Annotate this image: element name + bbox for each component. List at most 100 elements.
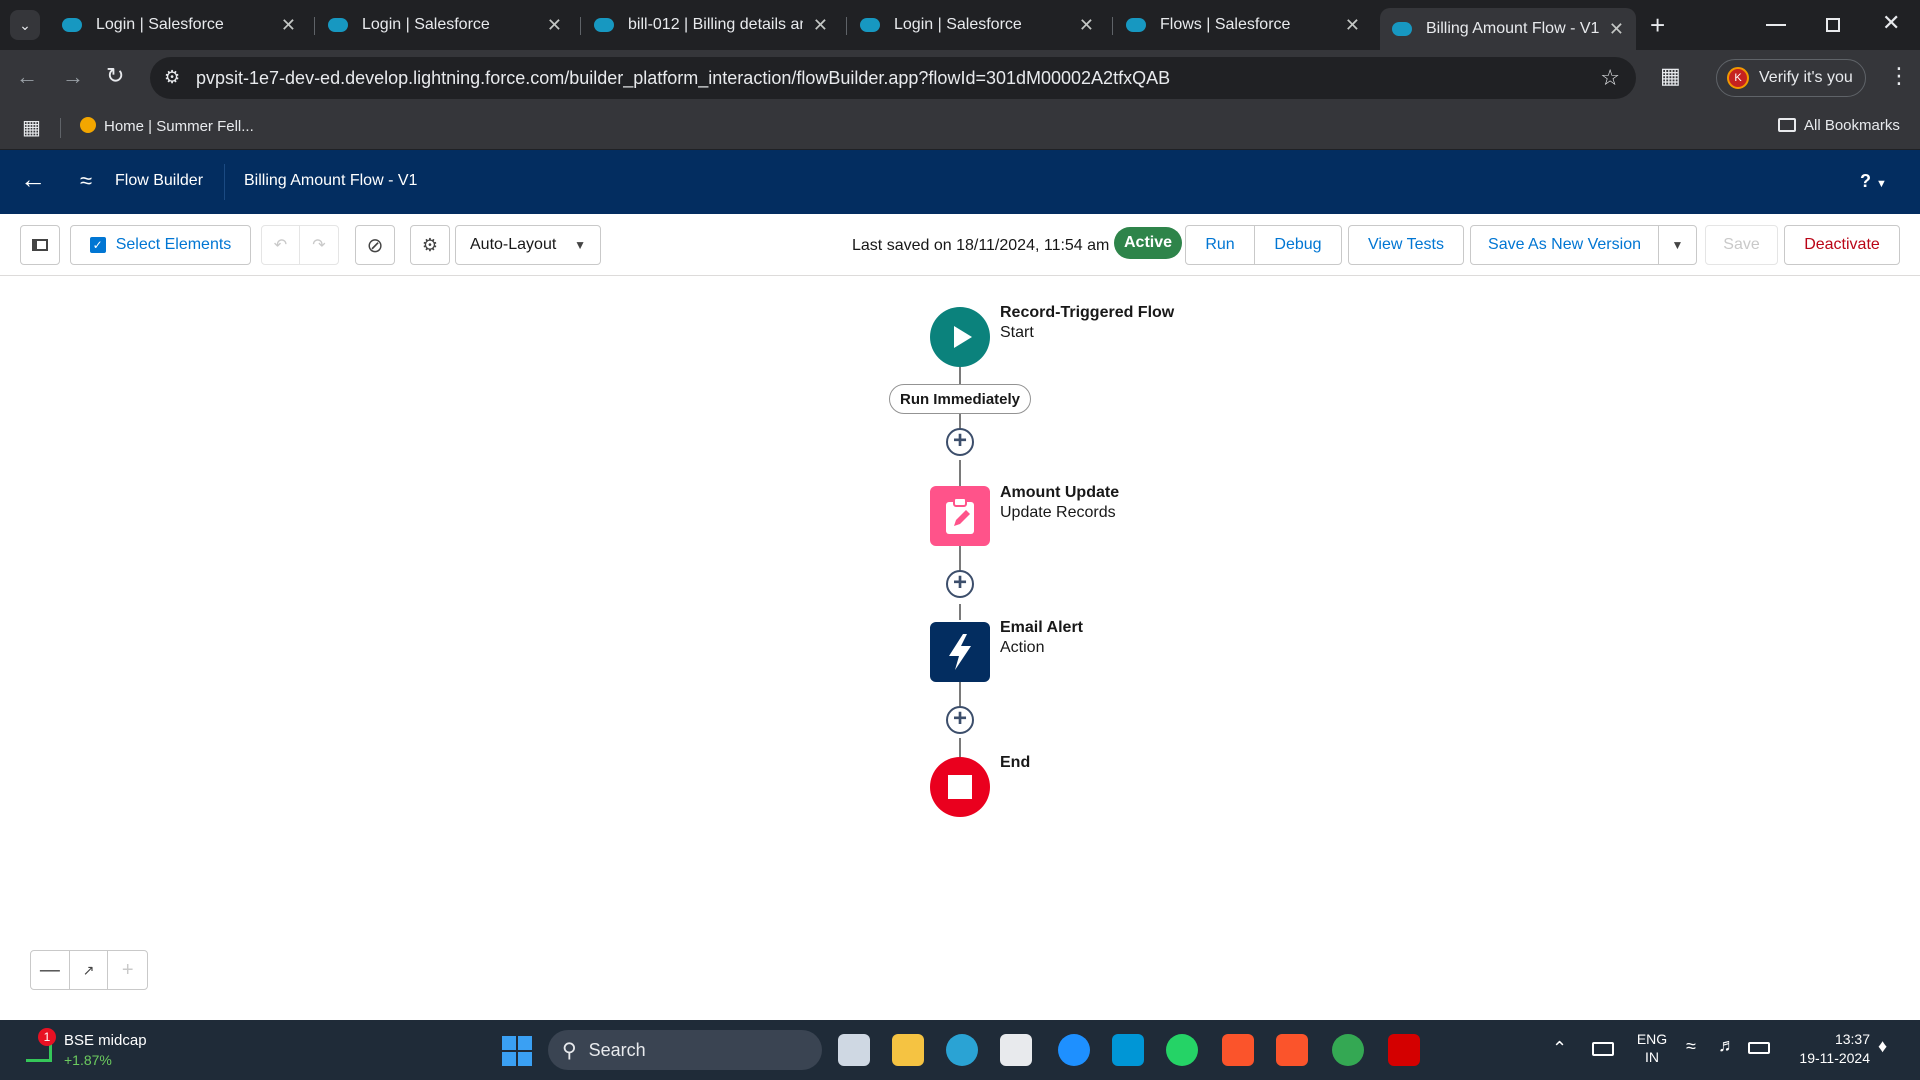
start-windows-icon[interactable]	[502, 1036, 532, 1066]
tab-login-1[interactable]: Login | Salesforce ✕	[50, 8, 308, 42]
tab-search-button[interactable]: ⌄	[10, 10, 40, 40]
add-element-button[interactable]: +	[946, 570, 974, 598]
connector-line	[959, 738, 961, 758]
file-explorer-icon[interactable]	[892, 1034, 924, 1066]
undo-button[interactable]: ↶	[261, 225, 300, 265]
zoom-in-button[interactable]: +	[108, 951, 147, 989]
close-icon[interactable]: ✕	[813, 15, 828, 36]
omnibox[interactable]: ⚙ pvpsit-1e7-dev-ed.develop.lightning.fo…	[150, 57, 1636, 99]
close-icon[interactable]: ✕	[1345, 15, 1360, 36]
start-node[interactable]	[930, 307, 990, 367]
save-options-dropdown[interactable]: ▼	[1658, 225, 1697, 265]
layout-mode-value: Auto-Layout	[470, 236, 557, 253]
tab-login-3[interactable]: Login | Salesforce ✕	[848, 8, 1106, 42]
update-node-title: Amount Update	[1000, 484, 1120, 501]
forward-arrow-icon[interactable]: →	[62, 64, 84, 90]
acrobat-icon[interactable]	[1388, 1034, 1420, 1066]
chrome-icon[interactable]	[1332, 1034, 1364, 1066]
verify-profile-button[interactable]: K Verify it's you	[1716, 59, 1866, 97]
toggle-panel-button[interactable]	[20, 225, 60, 265]
wifi-icon[interactable]: ≈	[1686, 1036, 1696, 1057]
apps-grid-icon[interactable]: ▦	[22, 115, 41, 140]
myhp-icon[interactable]	[1112, 1034, 1144, 1066]
debug-button[interactable]: Debug	[1254, 225, 1342, 265]
volume-icon[interactable]: ♬	[1718, 1035, 1736, 1056]
select-elements-button[interactable]: ✓ Select Elements	[70, 225, 251, 265]
back-arrow-icon[interactable]: ←	[16, 64, 38, 90]
widget-title: BSE midcap	[64, 1032, 147, 1049]
tab-divider	[314, 17, 315, 35]
settings-button[interactable]: ⚙	[410, 225, 450, 265]
tab-billing-amount-flow[interactable]: Billing Amount Flow - V1 ✕	[1380, 8, 1636, 50]
brave-icon[interactable]	[1222, 1034, 1254, 1066]
start-node-subtitle: Start	[1000, 324, 1034, 341]
save-as-new-version-button[interactable]: Save As New Version	[1470, 225, 1659, 265]
task-view-icon[interactable]	[838, 1034, 870, 1066]
back-arrow-icon[interactable]: ←	[20, 164, 46, 195]
close-icon[interactable]: ✕	[281, 15, 296, 36]
status-badge: Active	[1114, 227, 1183, 259]
tab-login-2[interactable]: Login | Salesforce ✕	[316, 8, 574, 42]
salesforce-cloud-icon	[860, 18, 880, 32]
battery-icon[interactable]	[1748, 1042, 1770, 1054]
extensions-icon[interactable]: ▦	[1660, 63, 1681, 89]
layout-mode-select[interactable]: Auto-Layout ▼	[455, 225, 601, 265]
folder-icon	[1778, 118, 1796, 132]
tab-divider	[846, 17, 847, 35]
help-menu[interactable]: ? ▼	[1860, 171, 1887, 192]
minimize-button[interactable]	[1766, 24, 1786, 26]
add-element-button[interactable]: +	[946, 428, 974, 456]
address-toolbar: ← → ↻ ⚙ pvpsit-1e7-dev-ed.develop.lightn…	[0, 50, 1920, 106]
whatsapp-icon[interactable]	[1166, 1034, 1198, 1066]
more-menu-icon[interactable]: ⋮	[1888, 63, 1910, 89]
salesforce-cloud-icon	[1126, 18, 1146, 32]
deactivate-button[interactable]: Deactivate	[1784, 225, 1900, 265]
bookmark-home[interactable]: Home | Summer Fell...	[80, 117, 254, 135]
save-button[interactable]: Save	[1705, 225, 1778, 265]
salesforce-cloud-icon	[1392, 22, 1412, 36]
notification-bell-icon[interactable]: ♦	[1878, 1036, 1887, 1057]
close-icon[interactable]: ✕	[1079, 15, 1094, 36]
reload-icon[interactable]: ↻	[106, 63, 124, 89]
run-label: Run	[1205, 236, 1235, 253]
help-app-icon[interactable]	[1058, 1034, 1090, 1066]
run-button[interactable]: Run	[1185, 225, 1255, 265]
close-icon[interactable]: ✕	[547, 15, 562, 36]
action-node[interactable]	[930, 622, 990, 682]
flow-builder-logo-icon: ≈	[80, 168, 93, 193]
new-tab-button[interactable]: +	[1650, 10, 1665, 41]
clock[interactable]: 13:37 19-11-2024	[1784, 1030, 1870, 1068]
redo-icon: ↷	[312, 237, 326, 254]
tab-flows[interactable]: Flows | Salesforce ✕	[1114, 8, 1372, 42]
all-bookmarks[interactable]: All Bookmarks	[1778, 117, 1900, 134]
bookmarks-bar: ▦ Home | Summer Fell... All Bookmarks	[0, 106, 1920, 150]
restore-button[interactable]	[1826, 18, 1840, 32]
close-window-button[interactable]: ✕	[1882, 10, 1900, 36]
update-node-subtitle: Update Records	[1000, 504, 1116, 521]
chevron-up-icon[interactable]: ⌃	[1552, 1038, 1567, 1059]
close-icon[interactable]: ✕	[1609, 19, 1624, 40]
keyboard-icon[interactable]	[1592, 1042, 1614, 1056]
bookmark-star-icon[interactable]: ☆	[1600, 65, 1620, 91]
fit-view-button[interactable]: ↗	[70, 951, 109, 989]
tab-billing-details[interactable]: bill-012 | Billing details and ✕	[582, 8, 840, 42]
site-info-icon[interactable]: ⚙	[164, 67, 180, 88]
market-widget[interactable]: 1 BSE midcap +1.87%	[24, 1026, 164, 1074]
edge-icon[interactable]	[946, 1034, 978, 1066]
run-immediately-path-label[interactable]: Run Immediately	[889, 384, 1031, 414]
view-tests-button[interactable]: View Tests	[1348, 225, 1464, 265]
language-indicator[interactable]: ENG IN	[1636, 1030, 1668, 1066]
url-text[interactable]: pvpsit-1e7-dev-ed.develop.lightning.forc…	[196, 68, 1170, 89]
brave-profile-icon[interactable]	[1276, 1034, 1308, 1066]
taskbar-search[interactable]: ⚲ Search	[548, 1030, 822, 1070]
update-records-node[interactable]	[930, 486, 990, 546]
end-node[interactable]	[930, 757, 990, 817]
store-icon[interactable]	[1000, 1034, 1032, 1066]
errors-button[interactable]: ⊘	[355, 225, 395, 265]
windows-taskbar: 1 BSE midcap +1.87% ⚲ Search ⌃ ENG IN ≈ …	[0, 1020, 1920, 1080]
redo-button[interactable]: ↷	[299, 225, 339, 265]
plus-icon: +	[121, 958, 134, 981]
taskbar-search-label: Search	[588, 1039, 646, 1060]
add-element-button[interactable]: +	[946, 706, 974, 734]
zoom-out-button[interactable]: —	[31, 951, 70, 989]
